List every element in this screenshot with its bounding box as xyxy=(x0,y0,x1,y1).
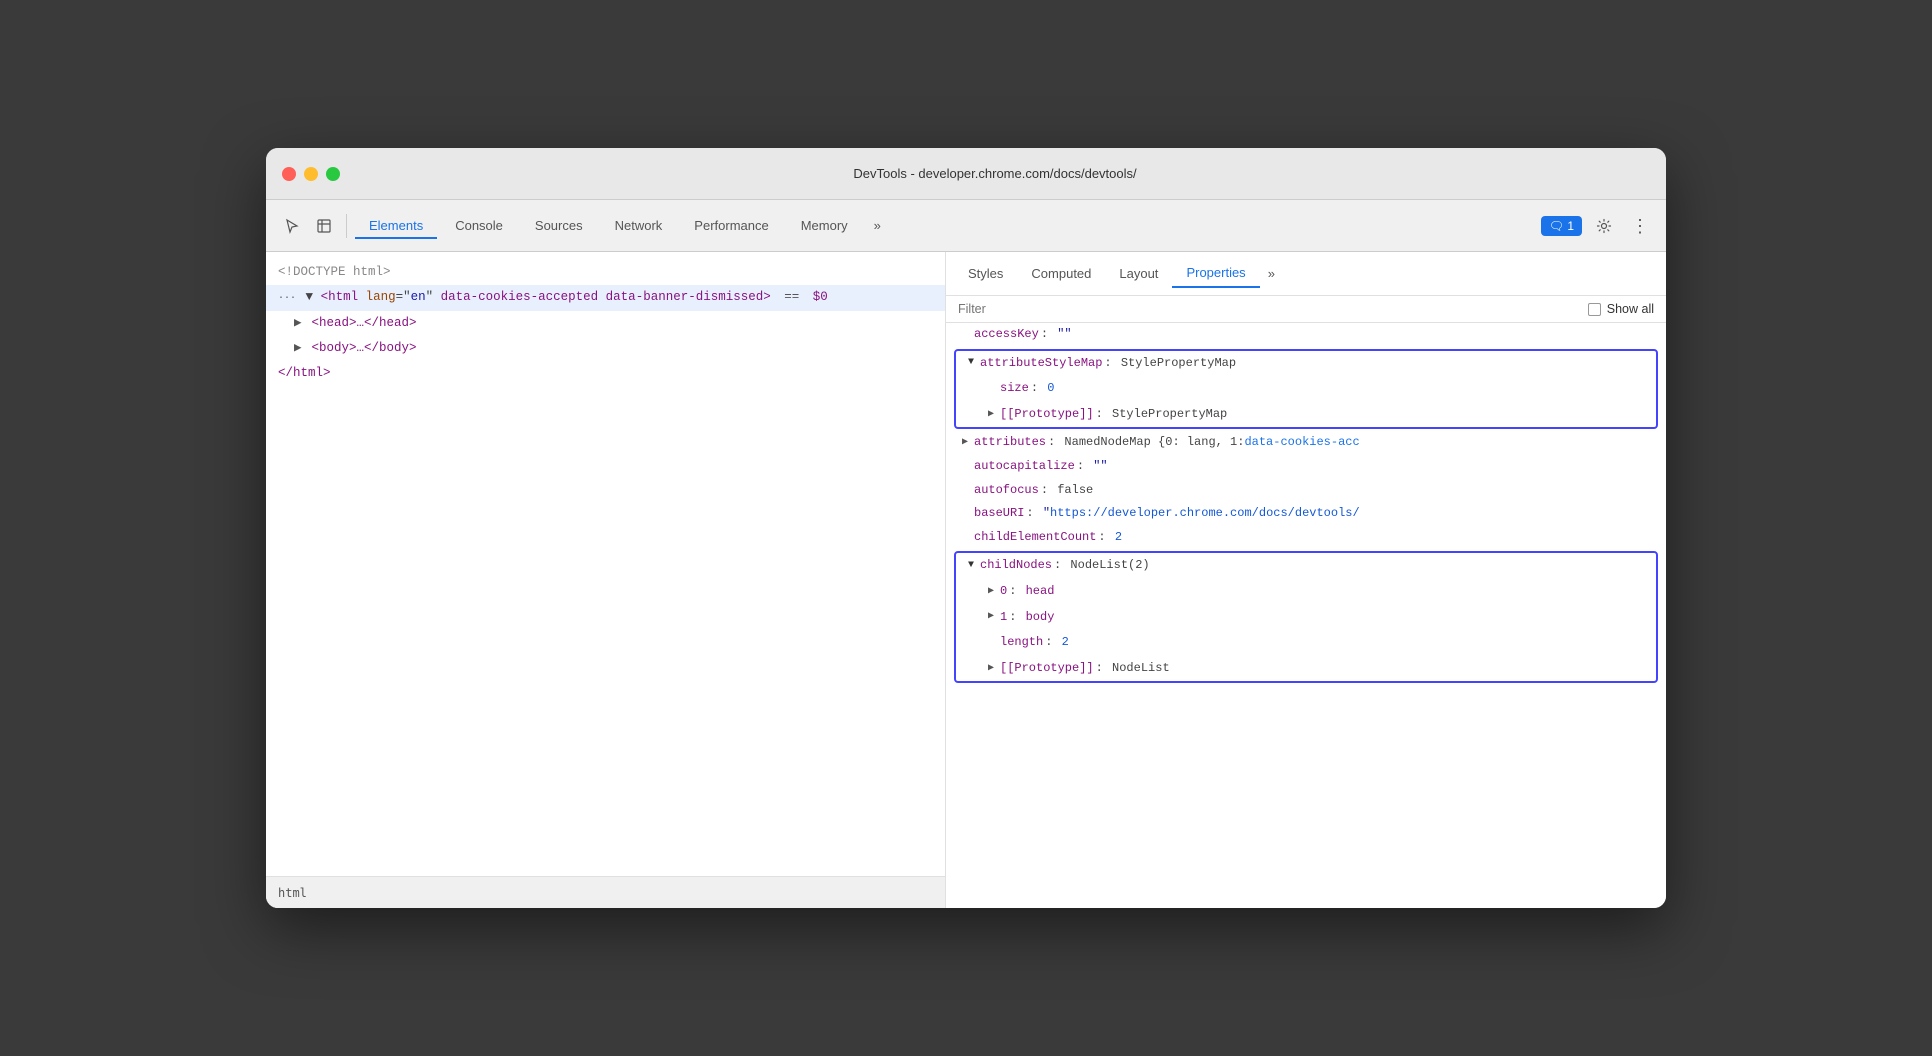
expand-attr-style-map[interactable]: ▼ xyxy=(964,356,978,370)
html-tree: <!DOCTYPE html> ··· ▼ <html lang="en" da… xyxy=(266,252,945,876)
show-all-label[interactable]: Show all xyxy=(1588,302,1654,316)
cursor-icon[interactable] xyxy=(278,212,306,240)
tab-performance[interactable]: Performance xyxy=(680,212,782,239)
right-panel-tabs: Styles Computed Layout Properties » xyxy=(946,252,1666,296)
settings-icon[interactable] xyxy=(1590,212,1618,240)
doctype-line: <!DOCTYPE html> xyxy=(266,260,945,285)
head-line[interactable]: ▶ <head>…</head> xyxy=(266,311,945,336)
toolbar-right: 🗨 1 ⋮ xyxy=(1541,212,1654,240)
properties-panel: Styles Computed Layout Properties » Show… xyxy=(946,252,1666,908)
html-close-line: </html> xyxy=(266,361,945,386)
window-title: DevTools - developer.chrome.com/docs/dev… xyxy=(340,166,1650,181)
devtools-toolbar: Elements Console Sources Network Perform… xyxy=(266,200,1666,252)
tab-computed[interactable]: Computed xyxy=(1017,260,1105,287)
prop-length: ▶ length : 2 xyxy=(956,630,1656,656)
more-tabs-button[interactable]: » xyxy=(866,214,889,237)
tab-console[interactable]: Console xyxy=(441,212,517,239)
expand-child-nodes[interactable]: ▼ xyxy=(964,559,978,573)
tab-elements[interactable]: Elements xyxy=(355,212,437,239)
show-all-checkbox[interactable] xyxy=(1588,303,1601,316)
body-line[interactable]: ▶ <body>…</body> xyxy=(266,336,945,361)
tab-properties[interactable]: Properties xyxy=(1172,259,1259,288)
html-tag-line[interactable]: ··· ▼ <html lang="en" data-cookies-accep… xyxy=(266,285,945,310)
prop-child-0[interactable]: ▶ 0 : head xyxy=(956,579,1656,605)
expand-child-1[interactable]: ▶ xyxy=(984,610,998,624)
prop-prototype-nodelist[interactable]: ▶ [[Prototype]] : NodeList xyxy=(956,656,1656,682)
prop-child-1[interactable]: ▶ 1 : body xyxy=(956,605,1656,631)
minimize-button[interactable] xyxy=(304,167,318,181)
expand-attributes[interactable]: ▶ xyxy=(958,436,972,450)
inspect-icon[interactable] xyxy=(310,212,338,240)
elements-panel: <!DOCTYPE html> ··· ▼ <html lang="en" da… xyxy=(266,252,946,908)
devtools-window: DevTools - developer.chrome.com/docs/dev… xyxy=(266,148,1666,908)
tab-styles[interactable]: Styles xyxy=(954,260,1017,287)
tab-layout[interactable]: Layout xyxy=(1105,260,1172,287)
close-button[interactable] xyxy=(282,167,296,181)
expand-child-0[interactable]: ▶ xyxy=(984,585,998,599)
traffic-lights xyxy=(282,167,340,181)
prop-child-nodes[interactable]: ▼ childNodes : NodeList(2) xyxy=(956,553,1656,579)
prop-base-uri: ▶ baseURI : "https://developer.chrome.co… xyxy=(946,502,1666,526)
filter-input[interactable] xyxy=(958,302,1580,316)
titlebar: DevTools - developer.chrome.com/docs/dev… xyxy=(266,148,1666,200)
expand-prototype-nodelist[interactable]: ▶ xyxy=(984,662,998,676)
breadcrumb: html xyxy=(266,876,945,908)
attribute-style-map-box: ▼ attributeStyleMap : StylePropertyMap ▶… xyxy=(954,349,1658,430)
expand-prototype-style[interactable]: ▶ xyxy=(984,408,998,422)
toolbar-divider xyxy=(346,214,347,238)
more-options-icon[interactable]: ⋮ xyxy=(1626,212,1654,240)
properties-content: ▶ accessKey : "" ▼ attributeStyleMap : S… xyxy=(946,323,1666,908)
prop-autofocus: ▶ autofocus : false xyxy=(946,479,1666,503)
more-right-tabs-button[interactable]: » xyxy=(1260,262,1283,285)
main-content: <!DOCTYPE html> ··· ▼ <html lang="en" da… xyxy=(266,252,1666,908)
prop-autocapitalize: ▶ autocapitalize : "" xyxy=(946,455,1666,479)
prop-attribute-style-map[interactable]: ▼ attributeStyleMap : StylePropertyMap xyxy=(956,351,1656,377)
prop-size: ▶ size : 0 xyxy=(956,376,1656,402)
tab-memory[interactable]: Memory xyxy=(787,212,862,239)
prop-child-element-count: ▶ childElementCount : 2 xyxy=(946,526,1666,550)
tab-sources[interactable]: Sources xyxy=(521,212,597,239)
tab-network[interactable]: Network xyxy=(601,212,677,239)
child-nodes-box: ▼ childNodes : NodeList(2) ▶ 0 : head ▶ … xyxy=(954,551,1658,683)
prop-attributes[interactable]: ▶ attributes : NamedNodeMap {0: lang, 1:… xyxy=(946,431,1666,455)
prop-prototype-style[interactable]: ▶ [[Prototype]] : StylePropertyMap xyxy=(956,402,1656,428)
prop-access-key: ▶ accessKey : "" xyxy=(946,323,1666,347)
maximize-button[interactable] xyxy=(326,167,340,181)
chat-badge[interactable]: 🗨 1 xyxy=(1541,216,1582,236)
filter-bar: Show all xyxy=(946,296,1666,323)
